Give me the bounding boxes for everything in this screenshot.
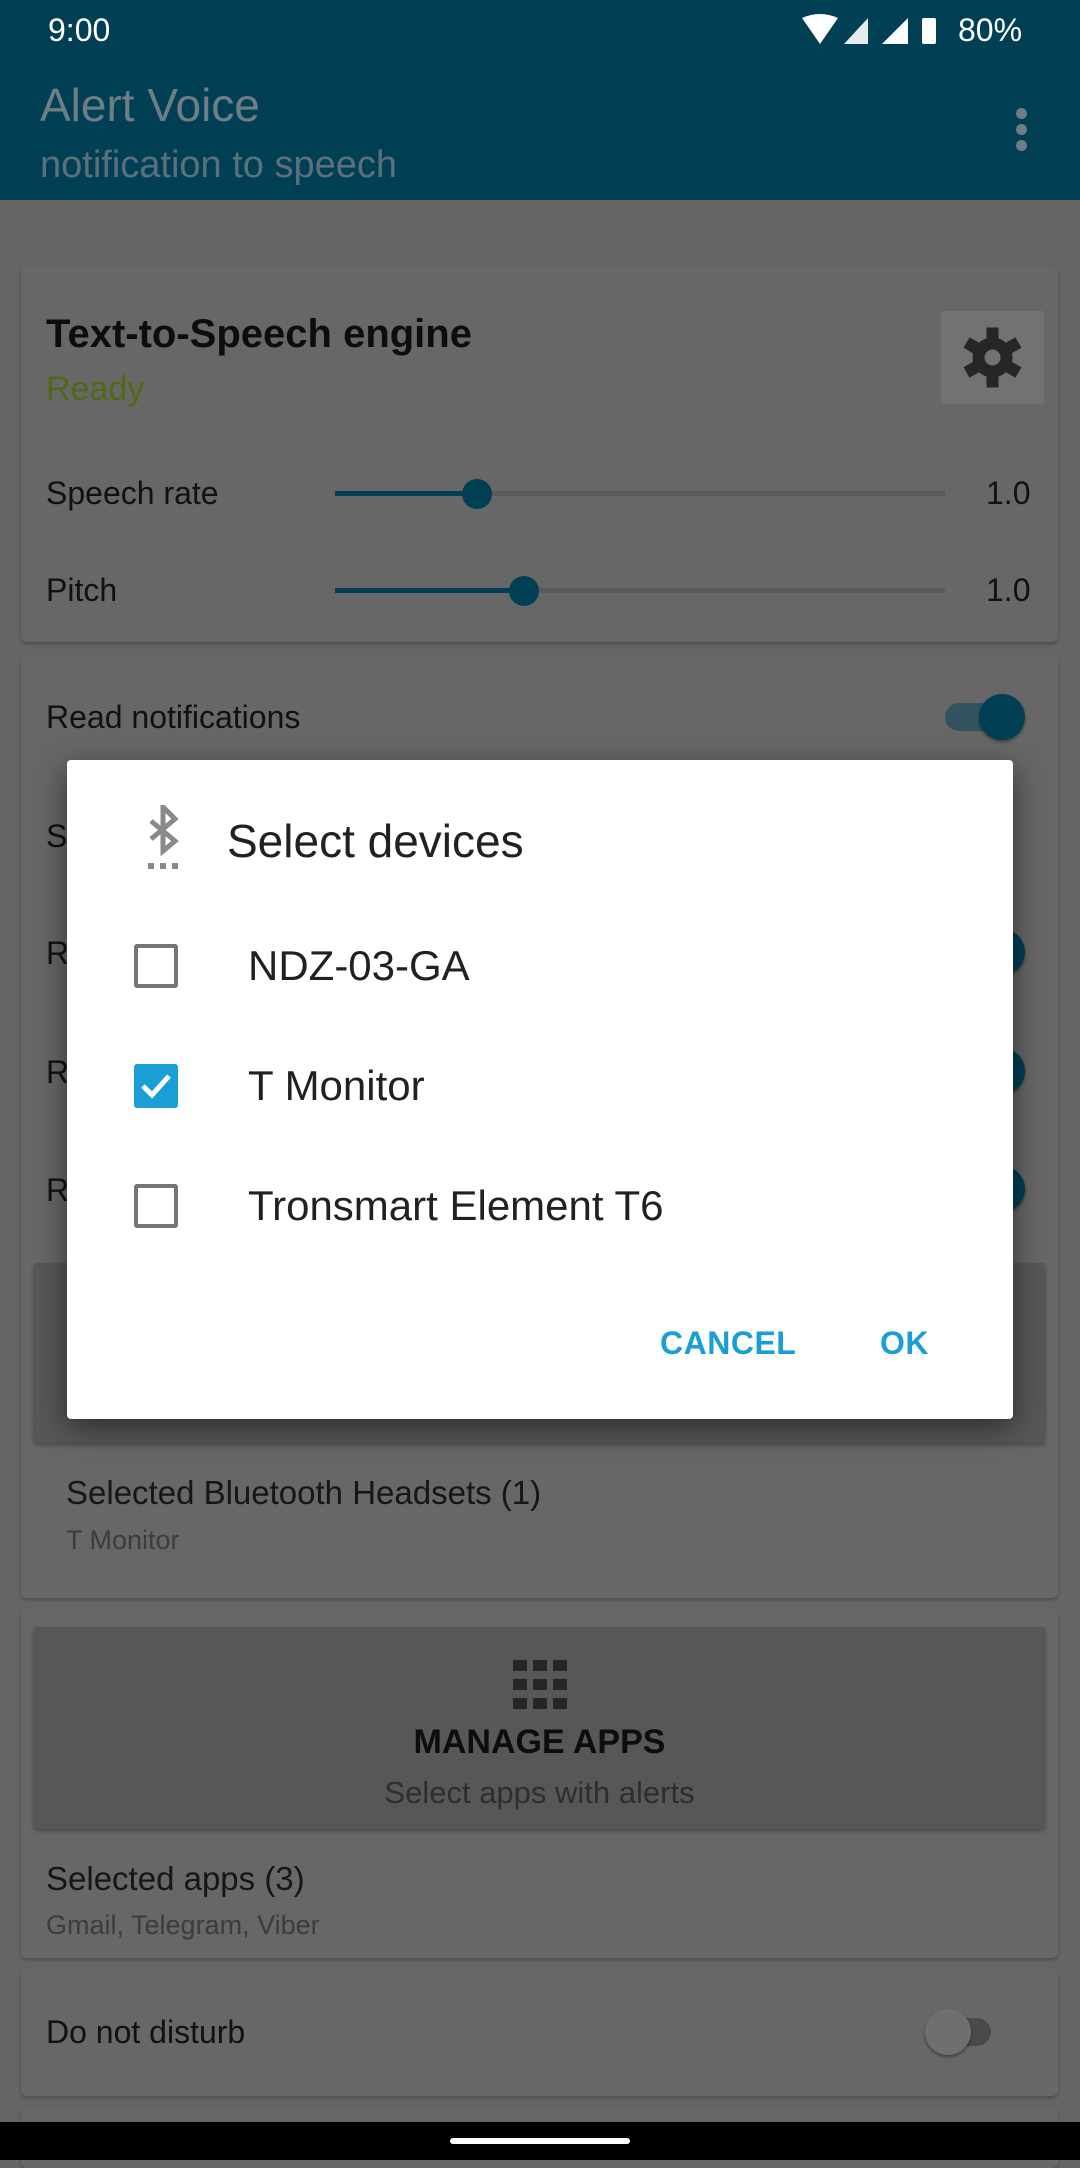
app-title: Alert Voice <box>40 79 260 131</box>
manage-apps-title: MANAGE APPS <box>413 1723 666 1761</box>
more-vert-icon[interactable] <box>1016 108 1028 151</box>
tts-card: Text-to-Speech engine Ready Speech rate … <box>21 266 1058 642</box>
device-label: NDZ-03-GA <box>248 942 470 989</box>
tts-settings-button[interactable] <box>941 311 1044 404</box>
device-label: Tronsmart Element T6 <box>248 1182 664 1229</box>
battery-percent: 80% <box>958 12 1023 48</box>
manage-apps-subtitle: Select apps with alerts <box>384 1775 695 1810</box>
headsets-value: T Monitor <box>66 1525 180 1555</box>
setting-row-label: S <box>46 818 68 854</box>
check-icon <box>141 1074 171 1099</box>
app-bar: Alert Voice notification to speech <box>0 60 1080 200</box>
nav-bar <box>0 2122 1080 2160</box>
cancel-button[interactable]: CANCEL <box>660 1325 796 1362</box>
ok-button[interactable]: OK <box>880 1325 929 1362</box>
tts-status: Ready <box>46 370 145 408</box>
apps-card: MANAGE APPS Select apps with alerts Sele… <box>21 1609 1058 1958</box>
headsets-label: Selected Bluetooth Headsets (1) <box>66 1474 542 1511</box>
device-checkbox[interactable] <box>134 1184 178 1228</box>
status-bar: 9:00 80% <box>0 0 1080 60</box>
gear-icon <box>963 327 1022 388</box>
select-devices-dialog: Select devices NDZ-03-GA T Monitor Trons… <box>67 760 1013 1419</box>
device-checkbox[interactable] <box>134 1064 178 1108</box>
dnd-label: Do not disturb <box>46 2014 246 2050</box>
home-handle[interactable] <box>450 2138 630 2144</box>
signal-icons <box>802 14 936 44</box>
setting-row-label: R <box>46 1054 70 1090</box>
setting-row-label: R <box>46 1172 70 1208</box>
speech-rate-label: Speech rate <box>46 475 219 511</box>
manage-apps-button[interactable]: MANAGE APPS Select apps with alerts <box>34 1627 1045 1829</box>
apps-grid-icon <box>513 1660 567 1709</box>
selected-apps-value: Gmail, Telegram, Viber <box>46 1910 320 1940</box>
pitch-value: 1.0 <box>986 572 1031 608</box>
dnd-card: Do not disturb <box>21 1969 1058 2096</box>
dialog-title: Select devices <box>227 815 524 867</box>
tts-title: Text-to-Speech engine <box>46 312 472 356</box>
device-checkbox[interactable] <box>134 944 178 988</box>
status-time: 9:00 <box>48 12 111 48</box>
app-subtitle: notification to speech <box>40 144 398 186</box>
selected-apps-label: Selected apps (3) <box>46 1860 305 1897</box>
setting-row-label: R <box>46 935 70 971</box>
read-notifications-label: Read notifications <box>46 699 301 735</box>
bluetooth-searching-icon <box>148 805 179 869</box>
speech-rate-value: 1.0 <box>986 475 1031 511</box>
pitch-label: Pitch <box>46 572 118 608</box>
device-label: T Monitor <box>248 1062 425 1109</box>
